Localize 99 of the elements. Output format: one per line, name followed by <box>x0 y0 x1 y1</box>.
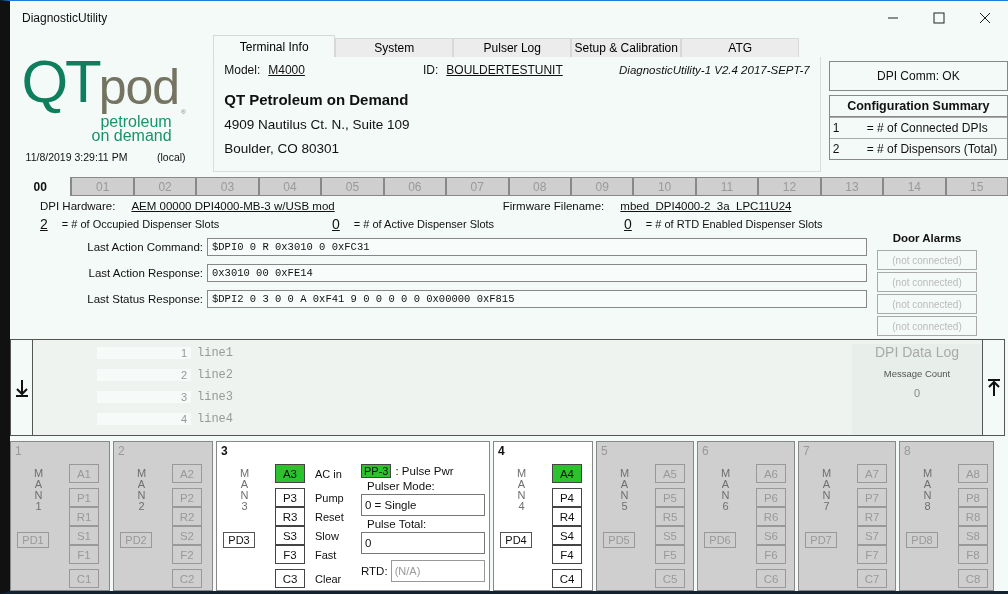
pulse-total-field[interactable]: 0 <box>361 532 485 554</box>
log-line: line4 <box>197 412 233 426</box>
count-value: 2 <box>40 216 48 232</box>
signal-label: Clear <box>315 572 343 585</box>
address-line: 4909 Nautilus Ct. N., Suite 109 <box>224 117 411 132</box>
message-label: Last Status Response: <box>86 293 204 305</box>
signal-label: Pump <box>315 491 345 504</box>
tab[interactable]: Terminal Info <box>213 35 336 57</box>
model-value: M4000 <box>268 63 305 77</box>
signal-label: Slow <box>315 529 340 542</box>
log-line: line2 <box>197 368 233 382</box>
count-value: 0 <box>624 216 632 232</box>
signal-label: AC in <box>315 467 343 480</box>
signal-button[interactable]: C4 <box>552 569 582 588</box>
tab[interactable]: Setup & Calibration <box>571 38 682 57</box>
window-title: DiagnosticUtility <box>22 11 109 25</box>
line-number: 3 <box>97 391 191 403</box>
model-label: Model: <box>224 63 261 77</box>
log-line: line1 <box>197 346 233 360</box>
rtd-label: RTD: <box>361 565 388 577</box>
pulser-mode-label: Pulser Mode: <box>367 480 436 492</box>
logo-mark: QT <box>21 49 99 115</box>
pd-button[interactable]: PD4 <box>500 532 532 548</box>
pd-button[interactable]: PD3 <box>223 532 255 548</box>
arrow-down-bar-icon <box>14 378 29 397</box>
config-summary-title: Configuration Summary <box>829 96 1007 117</box>
door-alarms-title: Door Alarms <box>892 232 962 246</box>
message-field[interactable]: $DPI0 0 R 0x3010 0 0xFC31 <box>207 238 867 256</box>
rtd-field[interactable]: (N/A) <box>390 560 485 582</box>
signal-label: Reset <box>315 510 345 523</box>
signal-button[interactable]: C3 <box>275 569 305 588</box>
address-line: Boulder, CO 80301 <box>224 141 341 156</box>
manual-label: MAN5 <box>619 468 630 512</box>
summary-value: 1 <box>831 121 841 135</box>
dispenser-number: 4 <box>498 444 506 458</box>
logo-tagline: on demand <box>91 129 173 143</box>
pulser-mode-field[interactable]: 0 = Single <box>361 494 485 516</box>
firmware-value: mbed_DPI4000-2_3a_LPC11U24 <box>620 200 792 212</box>
message-count: 0 <box>913 387 921 399</box>
count-label: = # of RTD Enabled Dispenser Slots <box>645 218 823 230</box>
signal-button[interactable]: F4 <box>552 545 582 564</box>
pulse-power-indicator: PP-3 <box>361 464 392 478</box>
close-icon <box>979 12 991 24</box>
tab[interactable]: ATG <box>681 38 800 57</box>
signal-label: Fast <box>315 548 338 561</box>
log-line: line3 <box>197 390 233 404</box>
signal-button[interactable]: A3 <box>275 464 305 483</box>
pulse-total-label: Pulse Total: <box>367 518 428 530</box>
signal-button[interactable]: R4 <box>552 507 582 526</box>
dispenser-number: 3 <box>221 444 229 458</box>
hardware-label: DPI Hardware: <box>40 200 116 212</box>
summary-value: 2 <box>831 142 841 156</box>
signal-button[interactable]: P4 <box>552 488 582 507</box>
door-alarm-field: (not connected) <box>877 272 977 292</box>
logo-tagline: petroleum <box>100 115 172 129</box>
manual-label: MAN8 <box>922 468 933 512</box>
clock-zone: (local) <box>157 151 186 163</box>
tab[interactable]: Pulser Log <box>453 38 572 57</box>
id-value: BOULDERTESTUNIT <box>446 63 563 77</box>
message-label: Last Action Response: <box>87 267 204 279</box>
clock-time: 11/8/2019 3:29:11 PM <box>25 151 128 163</box>
tab[interactable]: System <box>335 38 454 57</box>
message-field[interactable]: 0x3010 00 0xFE14 <box>207 264 867 282</box>
comm-status: DPI Comm: OK <box>828 61 1008 91</box>
company-name: QT Petroleum on Demand <box>224 91 410 108</box>
line-number: 1 <box>97 347 191 359</box>
count-label: = # of Occupied Dispenser Slots <box>61 218 220 230</box>
message-label: Last Action Command: <box>86 241 204 253</box>
signal-button[interactable]: A4 <box>552 464 582 483</box>
version-text: DiagnosticUtility-1 V2.4 2017-SEPT-7 <box>619 64 810 76</box>
signal-button[interactable]: S4 <box>552 526 582 545</box>
manual-label: MAN4 <box>516 468 527 512</box>
door-alarm-field: (not connected) <box>877 250 977 270</box>
hardware-value: AEM 00000 DPI4000-MB-3 w/USB mod <box>131 200 335 212</box>
id-label: ID: <box>422 63 439 77</box>
log-title: DPI Data Log <box>874 344 960 360</box>
maximize-icon <box>933 12 945 24</box>
manual-label: MAN7 <box>821 468 832 512</box>
message-count-label: Message Count <box>883 368 951 379</box>
line-number: 2 <box>97 369 191 381</box>
message-field[interactable]: $DPI2 0 3 0 0 A 0xF41 9 0 0 0 0 0 0x00000 0xF815 <box>207 290 867 308</box>
signal-button[interactable]: R3 <box>275 507 305 526</box>
manual-label: MAN6 <box>720 468 731 512</box>
manual-label: MAN2 <box>136 468 147 512</box>
line-number: 4 <box>97 413 191 425</box>
signal-button[interactable]: S3 <box>275 526 305 545</box>
firmware-label: Firmware Filename: <box>502 200 605 212</box>
signal-button[interactable]: F3 <box>275 545 305 564</box>
door-alarm-field: (not connected) <box>877 294 977 314</box>
arrow-up-bar-icon <box>986 378 1001 397</box>
count-label: = # of Active Dispenser Slots <box>353 218 495 230</box>
summary-label: = # of Dispensors (Total) <box>866 142 998 156</box>
manual-label: MAN1 <box>33 468 44 512</box>
pulse-power-label: : Pulse Pwr <box>395 465 454 477</box>
door-alarm-field: (not connected) <box>877 316 977 336</box>
count-value: 0 <box>332 216 340 232</box>
summary-label: = # of Connected DPIs <box>866 121 988 135</box>
manual-label: MAN3 <box>239 468 250 512</box>
signal-button[interactable]: P3 <box>275 488 305 507</box>
